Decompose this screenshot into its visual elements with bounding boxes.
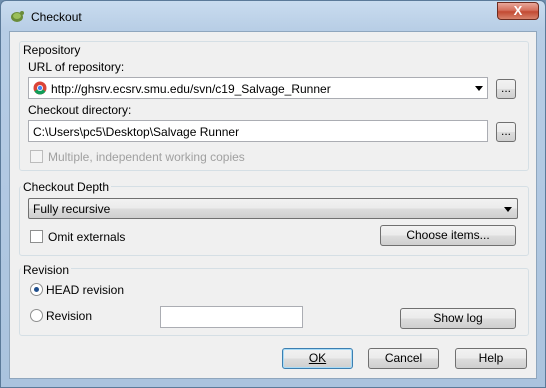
url-value: http://ghsrv.ecsrv.smu.edu/svn/c19_Salva… bbox=[51, 82, 331, 96]
omit-externals-label: Omit externals bbox=[48, 230, 126, 244]
url-combobox[interactable]: http://ghsrv.ecsrv.smu.edu/svn/c19_Salva… bbox=[28, 77, 488, 99]
head-revision-label: HEAD revision bbox=[46, 283, 125, 297]
ok-button[interactable]: OK bbox=[282, 348, 353, 369]
ok-label: OK bbox=[308, 351, 327, 365]
title-bar[interactable]: Checkout X bbox=[1, 1, 545, 31]
help-button[interactable]: Help bbox=[455, 348, 527, 369]
revision-radio[interactable] bbox=[30, 309, 43, 322]
checkout-dialog: Checkout X Repository URL of repository:… bbox=[0, 0, 546, 388]
checkout-depth-group-title: Checkout Depth bbox=[21, 180, 112, 194]
cancel-label: Cancel bbox=[384, 351, 423, 365]
cancel-button[interactable]: Cancel bbox=[368, 348, 439, 369]
checkout-dir-value: C:\Users\pc5\Desktop\Salvage Runner bbox=[33, 125, 240, 139]
multiple-working-copies-checkbox[interactable] bbox=[30, 150, 43, 163]
url-label: URL of repository: bbox=[28, 60, 125, 74]
show-log-label: Show log bbox=[433, 311, 483, 325]
browse-dir-label: ... bbox=[500, 124, 511, 138]
radio-selected-dot bbox=[34, 287, 39, 292]
browse-url-label: ... bbox=[500, 81, 511, 95]
show-log-button[interactable]: Show log bbox=[400, 308, 516, 329]
tortoise-svn-icon bbox=[11, 11, 24, 22]
checkout-dir-input[interactable]: C:\Users\pc5\Desktop\Salvage Runner bbox=[28, 120, 488, 142]
depth-selected: Fully recursive bbox=[33, 202, 111, 216]
omit-externals-checkbox[interactable] bbox=[30, 230, 43, 243]
multiple-working-copies-label: Multiple, independent working copies bbox=[48, 150, 245, 164]
repository-group-title: Repository bbox=[21, 43, 83, 57]
help-label: Help bbox=[478, 351, 504, 365]
dialog-body: Repository URL of repository: http://ghs… bbox=[9, 31, 537, 379]
choose-items-button[interactable]: Choose items... bbox=[380, 225, 516, 246]
depth-select[interactable]: Fully recursive bbox=[28, 198, 518, 219]
window-title: Checkout bbox=[31, 10, 82, 24]
head-revision-radio[interactable] bbox=[30, 283, 43, 296]
close-icon: X bbox=[513, 3, 523, 18]
browse-url-button[interactable]: ... bbox=[496, 79, 516, 99]
browse-dir-button[interactable]: ... bbox=[496, 122, 516, 142]
chrome-icon bbox=[33, 81, 47, 95]
chevron-down-icon bbox=[475, 86, 483, 91]
revision-input[interactable] bbox=[160, 306, 303, 328]
chevron-down-icon bbox=[504, 207, 512, 212]
revision-group-title: Revision bbox=[21, 263, 72, 277]
close-button[interactable]: X bbox=[497, 2, 539, 20]
checkout-dir-label: Checkout directory: bbox=[28, 103, 132, 117]
choose-items-label: Choose items... bbox=[406, 228, 490, 242]
revision-label: Revision bbox=[46, 309, 93, 323]
